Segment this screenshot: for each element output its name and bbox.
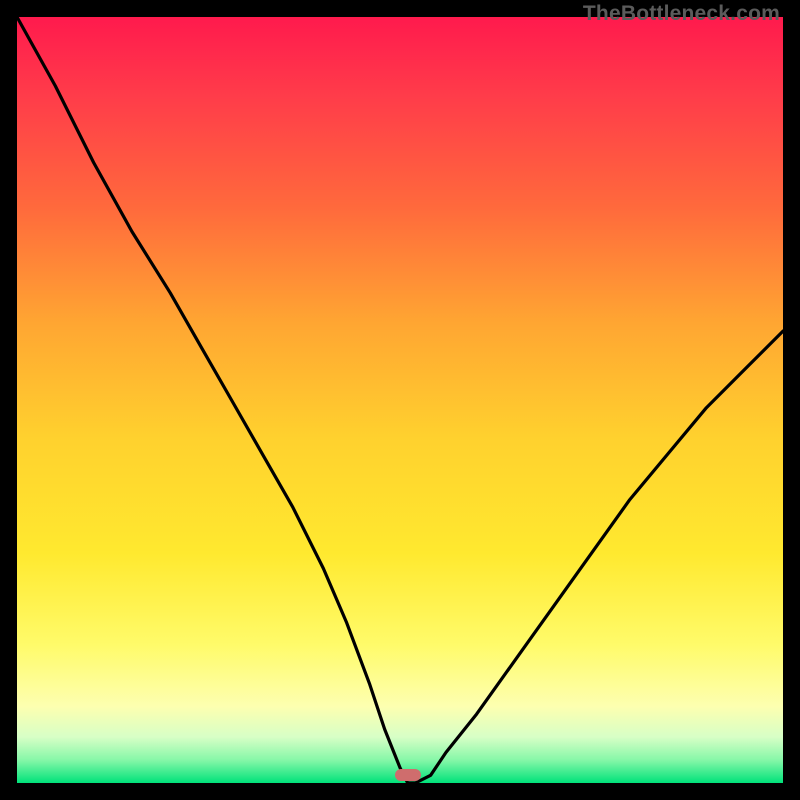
optimum-marker — [395, 769, 421, 781]
plot-area — [17, 17, 783, 783]
chart-frame: TheBottleneck.com — [0, 0, 800, 800]
bottleneck-curve — [17, 17, 783, 783]
watermark-text: TheBottleneck.com — [583, 2, 780, 26]
